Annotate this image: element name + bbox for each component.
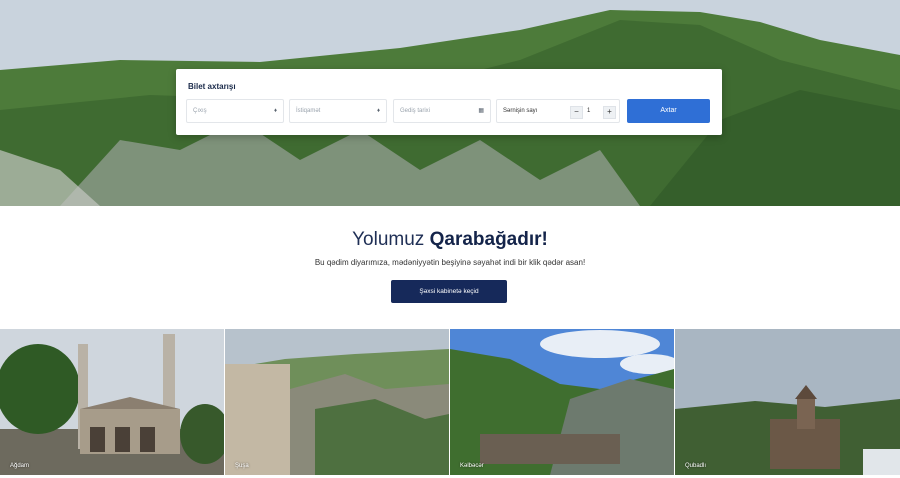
passenger-count-value: 1 bbox=[587, 108, 591, 114]
departure-placeholder: Çıxış bbox=[193, 108, 207, 114]
city-image bbox=[225, 329, 449, 475]
city-card-shusha[interactable]: Şuşa bbox=[225, 329, 449, 475]
chevron-down-icon: ♦ bbox=[273, 108, 277, 114]
departure-date-input[interactable]: Gediş tarixi ▦ bbox=[393, 99, 491, 123]
search-button[interactable]: Axtar bbox=[627, 99, 710, 123]
passenger-label: Sərnişin sayı bbox=[503, 108, 538, 114]
page-title: Yolumuz Qarabağadır! bbox=[0, 229, 900, 251]
city-name: Şuşa bbox=[235, 463, 249, 469]
city-name: Ağdam bbox=[10, 463, 30, 469]
page-subtitle: Bu qədim diyarımıza, mədəniyyətin beşiyi… bbox=[314, 258, 586, 267]
date-placeholder: Gediş tarixi bbox=[400, 108, 431, 114]
destination-placeholder: İstiqamət bbox=[296, 108, 321, 114]
passenger-decrement-button[interactable]: − bbox=[570, 106, 583, 119]
city-image bbox=[675, 329, 900, 475]
destination-select[interactable]: İstiqamət ♦ bbox=[289, 99, 387, 123]
calendar-icon: ▦ bbox=[478, 108, 484, 114]
city-card-agdam[interactable]: Ağdam bbox=[0, 329, 224, 475]
ticket-search-card: Bilet axtarışı Çıxış ♦ İstiqamət ♦ Gediş… bbox=[176, 69, 722, 135]
city-name: Kəlbəcər bbox=[460, 463, 484, 469]
city-card-kalbajar[interactable]: Kəlbəcər bbox=[450, 329, 674, 475]
city-name: Qubadlı bbox=[685, 463, 707, 469]
page-title-emphasis: Qarabağadır! bbox=[429, 229, 548, 250]
page-title-prefix: Yolumuz bbox=[352, 229, 430, 250]
passenger-increment-button[interactable]: + bbox=[603, 106, 616, 119]
city-cards: Ağdam Şuşa Kəlbəcər Qubadlı bbox=[0, 329, 900, 475]
departure-select[interactable]: Çıxış ♦ bbox=[186, 99, 284, 123]
city-image bbox=[0, 329, 224, 475]
city-card-gubadli[interactable]: Qubadlı bbox=[675, 329, 900, 475]
chevron-down-icon: ♦ bbox=[376, 108, 380, 114]
city-image bbox=[450, 329, 674, 475]
search-title: Bilet axtarışı bbox=[188, 82, 236, 91]
personal-cabinet-button[interactable]: Şəxsi kabinetə keçid bbox=[391, 280, 507, 303]
passenger-count-field: Sərnişin sayı − 1 + bbox=[496, 99, 620, 123]
hero-banner: Bilet axtarışı Çıxış ♦ İstiqamət ♦ Gediş… bbox=[0, 0, 900, 206]
